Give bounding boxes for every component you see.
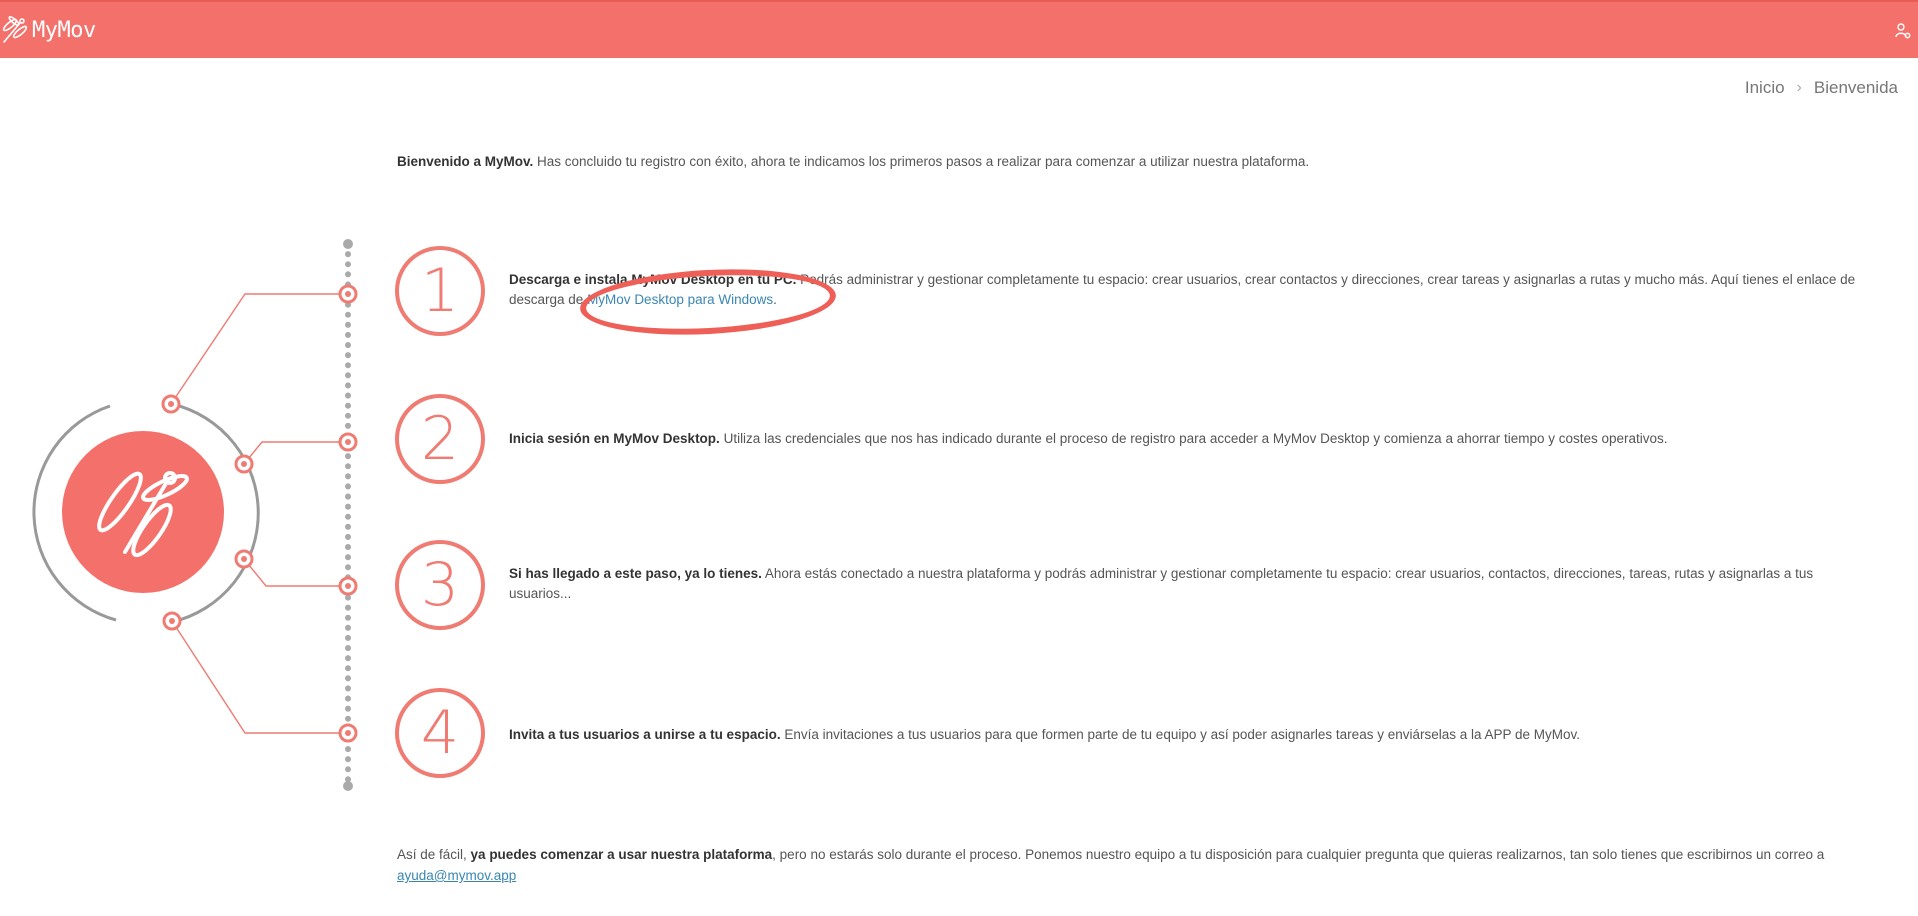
support-email-link[interactable]: ayuda@mymov.app [397,868,516,883]
step-number-badge: 1 [395,246,485,336]
top-bar: MyMov [0,0,1918,58]
dragonfly-logo-icon [2,16,28,43]
logo[interactable]: MyMov [0,15,96,45]
welcome-body: Has concluido tu registro con éxito, aho… [533,154,1310,169]
breadcrumb-home[interactable]: Inicio [1745,78,1785,98]
steps-illustration [32,239,358,791]
user-settings-icon[interactable] [1894,22,1912,40]
step-number-badge: 4 [395,688,485,778]
step-number-badge: 2 [395,394,485,484]
step-title: Invita a tus usuarios a unirse a tu espa… [509,727,781,742]
step-title: Si has llegado a este paso, ya lo tienes… [509,566,762,581]
step-number-badge: 3 [395,540,485,630]
closing-bold: ya puedes comenzar a usar nuestra plataf… [470,847,773,862]
welcome-text: Bienvenido a MyMov. Has concluido tu reg… [397,154,1877,169]
step-text: Si has llegado a este paso, ya lo tienes… [509,564,1879,604]
closing-text: Así de fácil, ya puedes comenzar a usar … [397,844,1877,886]
logo-text: MyMov [32,17,96,43]
step-body: Envía invitaciones a tus usuarios para q… [780,727,1581,742]
step-text: Inicia sesión en MyMov Desktop. Utiliza … [509,429,1879,449]
step-text: Invita a tus usuarios a unirse a tu espa… [509,725,1879,745]
chevron-right-icon: › [1796,79,1802,96]
breadcrumb-current: Bienvenida [1813,78,1898,97]
welcome-bold: Bienvenido a MyMov. [397,154,534,169]
breadcrumb: Inicio › Bienvenida [1745,78,1898,98]
closing-body: , pero no estarás solo durante el proces… [772,847,1825,862]
closing-pre: Así de fácil, [397,847,471,862]
step-body: Utiliza las credenciales que nos has ind… [719,431,1668,446]
step-title: Inicia sesión en MyMov Desktop. [509,431,720,446]
